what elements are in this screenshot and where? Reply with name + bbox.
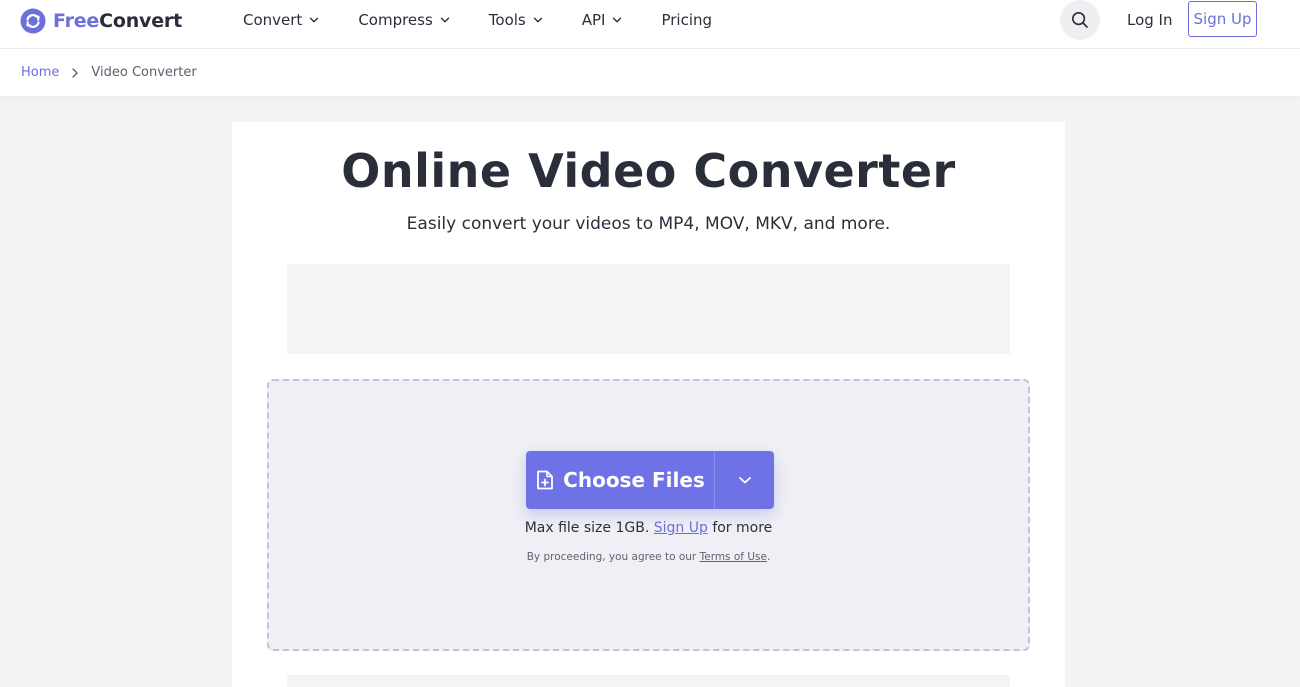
nav-item-label: API — [581, 11, 606, 29]
file-dropzone[interactable]: Choose Files Max file size 1GB. Sign Up … — [267, 379, 1030, 651]
choose-files-group: Choose Files — [526, 451, 774, 509]
nav-item-label: Tools — [488, 11, 526, 29]
ad-placeholder-bottom — [287, 675, 1010, 687]
upload-source-dropdown[interactable] — [715, 451, 774, 509]
page-subtitle: Easily convert your videos to MP4, MOV, … — [406, 214, 891, 234]
logo-text: FreeConvert — [53, 10, 182, 32]
signup-button[interactable]: Sign Up — [1188, 1, 1257, 37]
search-button[interactable] — [1060, 0, 1100, 40]
nav-item-convert[interactable]: Convert — [243, 11, 319, 29]
max-size-suffix: for more — [712, 520, 773, 536]
terms-period: . — [766, 551, 771, 563]
nav-item-label: Compress — [358, 11, 433, 29]
breadcrumb-current: Video Converter — [91, 65, 197, 80]
chevron-down-icon — [533, 17, 542, 23]
max-file-size-note: Max file size 1GB. Sign Up for more — [269, 520, 1028, 536]
terms-text: By proceeding, you agree to our — [526, 551, 697, 563]
breadcrumb-bar: Home Video Converter — [0, 49, 1300, 96]
logo-icon — [20, 8, 46, 34]
chevron-down-icon — [738, 477, 751, 484]
chevron-right-icon — [72, 67, 79, 78]
breadcrumb-home[interactable]: Home — [21, 65, 59, 80]
site-header: FreeConvert Convert Compress Tools API P… — [0, 0, 1300, 49]
nav-item-pricing[interactable]: Pricing — [661, 11, 712, 29]
chevron-down-icon — [613, 17, 622, 23]
nav-item-label: Pricing — [661, 11, 713, 29]
main-nav: Convert Compress Tools API Pricing — [243, 8, 751, 32]
main-content: Online Video Converter Easily convert yo… — [232, 122, 1065, 687]
breadcrumb: Home Video Converter — [21, 65, 197, 80]
search-icon — [1071, 11, 1088, 28]
choose-files-button[interactable]: Choose Files — [526, 451, 714, 509]
nav-item-compress[interactable]: Compress — [358, 11, 449, 29]
nav-item-label: Convert — [243, 11, 303, 29]
chevron-down-icon — [440, 17, 449, 23]
logo[interactable]: FreeConvert — [20, 7, 182, 35]
choose-files-label: Choose Files — [563, 468, 705, 492]
page-title: Online Video Converter — [341, 144, 956, 198]
terms-of-use-link[interactable]: Terms of Use — [700, 551, 767, 563]
login-link[interactable]: Log In — [1127, 11, 1173, 29]
file-plus-icon — [537, 470, 554, 490]
nav-item-api[interactable]: API — [582, 11, 623, 29]
logo-text-convert: Convert — [99, 10, 182, 32]
ad-placeholder — [287, 264, 1010, 354]
nav-item-tools[interactable]: Tools — [489, 11, 543, 29]
max-size-text: Max file size 1GB. — [524, 520, 650, 536]
signup-link[interactable]: Sign Up — [654, 520, 708, 536]
terms-note: By proceeding, you agree to our Terms of… — [269, 551, 1028, 563]
logo-text-free: Free — [53, 10, 100, 32]
chevron-down-icon — [310, 17, 319, 23]
